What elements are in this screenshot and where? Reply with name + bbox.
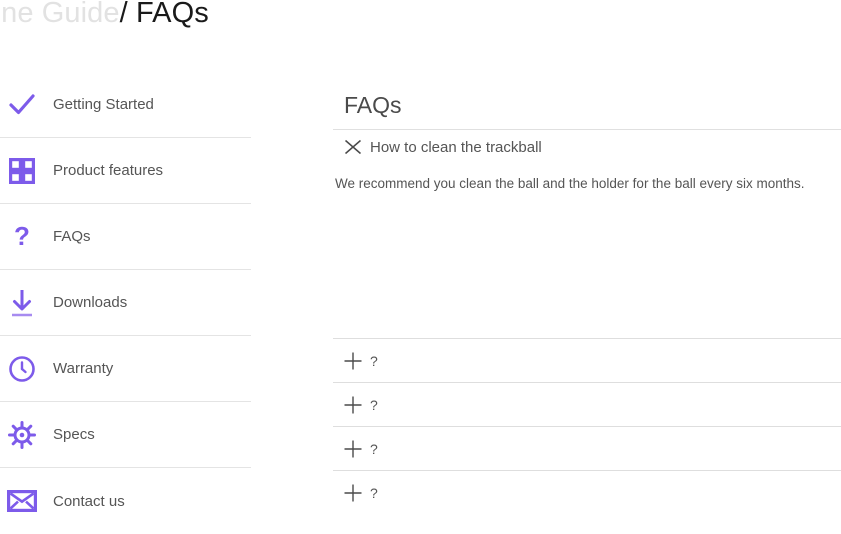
checkmark-icon — [2, 92, 42, 118]
faq-item-collapsed[interactable]: ? — [333, 470, 841, 514]
faq-item-expanded: How to clean the trackball We recommend … — [333, 130, 841, 338]
main-content: FAQs How to clean the trackball We recom… — [333, 90, 841, 514]
sidebar-item-getting-started[interactable]: Getting Started — [0, 72, 251, 138]
faq-question-toggle[interactable]: How to clean the trackball — [333, 130, 841, 164]
svg-text:?: ? — [14, 223, 30, 251]
sidebar-item-label: Specs — [53, 426, 95, 443]
breadcrumb-current-page: FAQs — [135, 0, 209, 29]
grid-squares-icon — [2, 157, 42, 184]
faq-question-text: ? — [370, 352, 378, 369]
sidebar-item-label: Downloads — [53, 294, 128, 311]
sidebar-item-downloads[interactable]: Downloads — [0, 270, 251, 336]
breadcrumb-site-link[interactable]: line Guide — [0, 0, 120, 29]
envelope-icon — [2, 489, 42, 513]
faq-item-collapsed[interactable]: ? — [333, 426, 841, 470]
plus-icon[interactable] — [342, 482, 364, 504]
sidebar-item-product-features[interactable]: Product features — [0, 138, 251, 204]
download-arrow-icon — [2, 288, 42, 318]
faq-answer-text: We recommend you clean the ball and the … — [335, 176, 805, 191]
sidebar-item-label: Contact us — [53, 492, 125, 510]
page-root: line Guide/ FAQs Getting Started Product… — [0, 0, 841, 531]
faq-question-text: How to clean the trackball — [370, 138, 542, 156]
sidebar-nav: Getting Started Product features ? FAQs — [0, 72, 251, 534]
breadcrumb-separator: / — [119, 0, 128, 29]
page-title: FAQs — [333, 90, 841, 130]
plus-icon[interactable] — [342, 394, 364, 416]
breadcrumb: line Guide/ FAQs — [0, 0, 209, 30]
faq-question-text: ? — [370, 440, 378, 457]
faq-item-collapsed[interactable]: ? — [333, 338, 841, 382]
faq-item-collapsed[interactable]: ? — [333, 382, 841, 426]
sidebar-item-warranty[interactable]: Warranty — [0, 336, 251, 402]
sidebar-item-label: Product features — [53, 162, 164, 179]
sidebar-item-label: Getting Started — [53, 96, 154, 113]
plus-icon[interactable] — [342, 350, 364, 372]
sidebar-item-specs[interactable]: Specs — [0, 402, 251, 468]
faq-answer-spacer — [333, 191, 841, 338]
faq-question-text: ? — [370, 396, 378, 413]
question-mark-icon: ? — [2, 223, 42, 251]
sidebar-item-faqs[interactable]: ? FAQs — [0, 204, 251, 270]
sidebar-item-contact-us[interactable]: Contact us — [0, 468, 251, 534]
clock-badge-icon — [2, 355, 42, 383]
close-x-icon[interactable] — [342, 136, 364, 158]
sidebar-item-label: Warranty — [53, 360, 114, 377]
plus-icon[interactable] — [342, 438, 364, 460]
sidebar-item-label: FAQs — [53, 228, 91, 245]
gear-icon — [2, 420, 42, 449]
faq-question-text: ? — [370, 484, 378, 501]
